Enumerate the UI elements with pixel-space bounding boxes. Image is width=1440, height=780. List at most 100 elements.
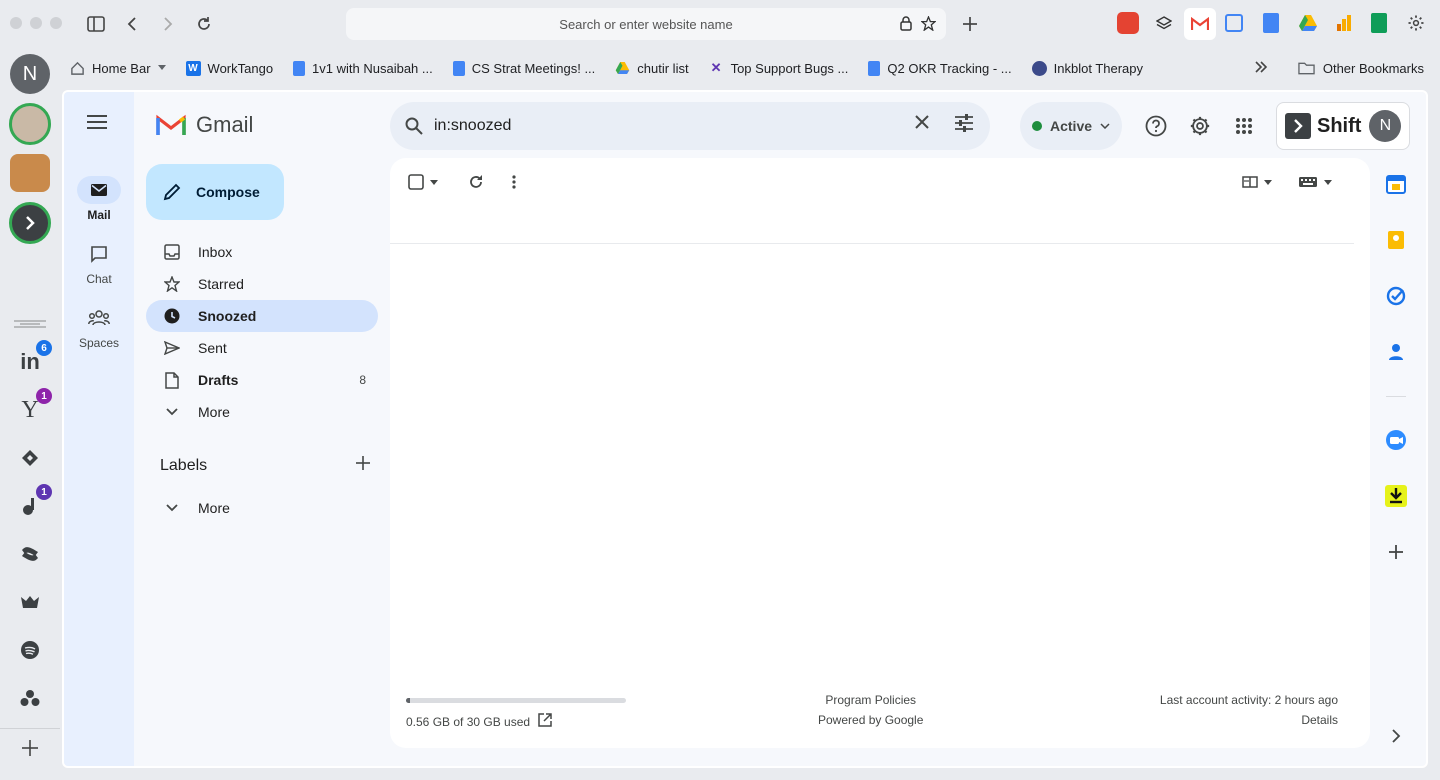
yahoo-icon[interactable]: Y 1 [14, 388, 52, 426]
diamond-app-icon[interactable] [14, 442, 46, 474]
chevron-down-icon [162, 408, 182, 416]
gmail-logo[interactable]: Gmail [156, 112, 253, 138]
bookmark-home-bar[interactable]: Home Bar [60, 61, 176, 76]
reload-icon[interactable] [192, 12, 216, 36]
browser-toolbar: Search or enter website name [0, 0, 1440, 48]
nav-item-starred[interactable]: Starred [146, 268, 378, 300]
drive-extension-icon[interactable] [1297, 12, 1319, 34]
select-all-checkbox[interactable] [408, 172, 438, 192]
linkedin-icon[interactable]: in 6 [14, 340, 52, 378]
open-in-new-icon[interactable] [538, 713, 552, 730]
close-window-button[interactable] [10, 17, 22, 29]
shift-app-icon[interactable] [9, 202, 51, 244]
forward-icon[interactable] [156, 12, 180, 36]
bookmark-top-support-bugs[interactable]: ✕ Top Support Bugs ... [699, 60, 859, 76]
tasks-icon[interactable] [1384, 284, 1408, 308]
sheets-extension-icon[interactable] [1371, 13, 1387, 33]
lock-icon[interactable] [900, 16, 912, 34]
todoist-extension-icon[interactable] [1117, 12, 1139, 34]
docs-extension-icon[interactable] [1263, 13, 1279, 33]
compose-button[interactable]: Compose [146, 164, 284, 220]
download-extension-icon[interactable] [1384, 484, 1408, 508]
input-tools-toggle[interactable] [1298, 172, 1332, 192]
program-policies-link[interactable]: Program Policies [818, 690, 923, 710]
crown-app-icon[interactable] [14, 586, 46, 618]
app-dock: N in 6 Y 1 1 [0, 48, 60, 780]
bookmark-chutir-list[interactable]: chutir list [605, 61, 698, 76]
bookmark-1v1-nusaibah[interactable]: 1v1 with Nusaibah ... [283, 60, 443, 76]
gmail-window: Mail Chat Spaces Gmail Compose Inbox Sta… [62, 90, 1428, 768]
search-input[interactable]: in:snoozed [434, 117, 511, 135]
star-icon[interactable] [920, 15, 937, 34]
analytics-extension-icon[interactable] [1333, 12, 1355, 34]
new-tab-icon[interactable] [958, 12, 982, 36]
cat-avatar[interactable] [10, 154, 50, 192]
linear-icon: ✕ [710, 60, 722, 75]
nav-item-more[interactable]: More [146, 396, 378, 428]
settings-icon[interactable] [1188, 114, 1212, 138]
refresh-icon[interactable] [468, 172, 484, 192]
footer-links: Program Policies Powered by Google [818, 690, 923, 730]
labels-more-item[interactable]: More [146, 492, 378, 524]
docs-icon [293, 60, 306, 76]
search-bar[interactable]: in:snoozed [390, 102, 990, 150]
nav-item-inbox[interactable]: Inbox [146, 236, 378, 268]
bookmark-worktango[interactable]: W WorkTango [176, 60, 284, 76]
nav-item-snoozed[interactable]: Snoozed [146, 300, 378, 332]
chevron-right-icon[interactable] [1384, 724, 1408, 748]
zoom-window-button[interactable] [50, 17, 62, 29]
account-activity: Last account activity: 2 hours ago Detai… [1160, 690, 1338, 730]
help-icon[interactable] [1144, 114, 1168, 138]
nav-item-drafts[interactable]: Drafts 8 [146, 364, 378, 396]
back-icon[interactable] [120, 12, 144, 36]
bookmark-inkblot-therapy[interactable]: Inkblot Therapy [1022, 60, 1153, 76]
search-options-icon[interactable] [954, 114, 974, 137]
details-link[interactable]: Details [1160, 710, 1338, 730]
calendar-extension-icon[interactable] [1225, 14, 1243, 32]
address-bar[interactable]: Search or enter website name [346, 8, 946, 40]
spotify-icon[interactable] [14, 634, 46, 666]
split-pane-toggle[interactable] [1242, 172, 1272, 192]
calendar-icon[interactable] [1384, 172, 1408, 196]
settings-gear-icon[interactable] [1405, 12, 1427, 34]
storage-used-text: 0.56 GB of 30 GB used [406, 714, 531, 729]
confluence-icon[interactable] [14, 538, 46, 570]
keyboard-icon [1299, 177, 1317, 187]
spaces-icon [77, 304, 121, 332]
nav-item-label: Starred [198, 276, 244, 292]
more-options-icon[interactable] [512, 172, 516, 192]
pencil-icon [163, 183, 181, 201]
status-dropdown[interactable]: Active [1020, 102, 1122, 150]
chevron-down-icon [162, 504, 182, 512]
apps-grid-icon[interactable] [1232, 114, 1256, 138]
rail-spaces-label: Spaces [78, 336, 120, 350]
contacts-icon[interactable] [1384, 340, 1408, 364]
bookmark-q2-okr-tracking[interactable]: Q2 OKR Tracking - ... [858, 60, 1021, 76]
profile-avatar[interactable] [9, 103, 51, 145]
rail-chat[interactable]: Chat [64, 240, 134, 286]
add-label-icon[interactable] [356, 456, 370, 475]
layers-extension-icon[interactable] [1153, 12, 1175, 34]
minimize-window-button[interactable] [30, 17, 42, 29]
drag-handle-icon[interactable] [14, 316, 46, 332]
nav-item-sent[interactable]: Sent [146, 332, 378, 364]
rail-mail[interactable]: Mail [64, 176, 134, 222]
bookmark-cs-strat-meetings[interactable]: CS Strat Meetings! ... [443, 60, 606, 76]
asana-icon[interactable] [14, 682, 46, 714]
keep-icon[interactable] [1384, 228, 1408, 252]
other-bookmarks[interactable]: Other Bookmarks [1298, 61, 1424, 76]
music-app-icon[interactable]: 1 [14, 484, 52, 522]
zoom-icon[interactable] [1384, 428, 1408, 452]
storage-info: 0.56 GB of 30 GB used [406, 698, 626, 730]
add-app-icon[interactable] [14, 732, 46, 764]
clear-search-icon[interactable] [914, 114, 930, 135]
rail-spaces[interactable]: Spaces [64, 304, 134, 350]
add-addon-icon[interactable] [1384, 540, 1408, 564]
more-bookmarks-icon[interactable] [1254, 60, 1268, 76]
sidebar-icon[interactable] [84, 12, 108, 36]
gmail-extension-icon[interactable] [1184, 8, 1216, 40]
search-icon[interactable] [402, 117, 426, 135]
storage-bar-fill [406, 698, 411, 703]
main-menu-icon[interactable] [86, 114, 108, 135]
account-avatar[interactable]: N [10, 54, 50, 94]
